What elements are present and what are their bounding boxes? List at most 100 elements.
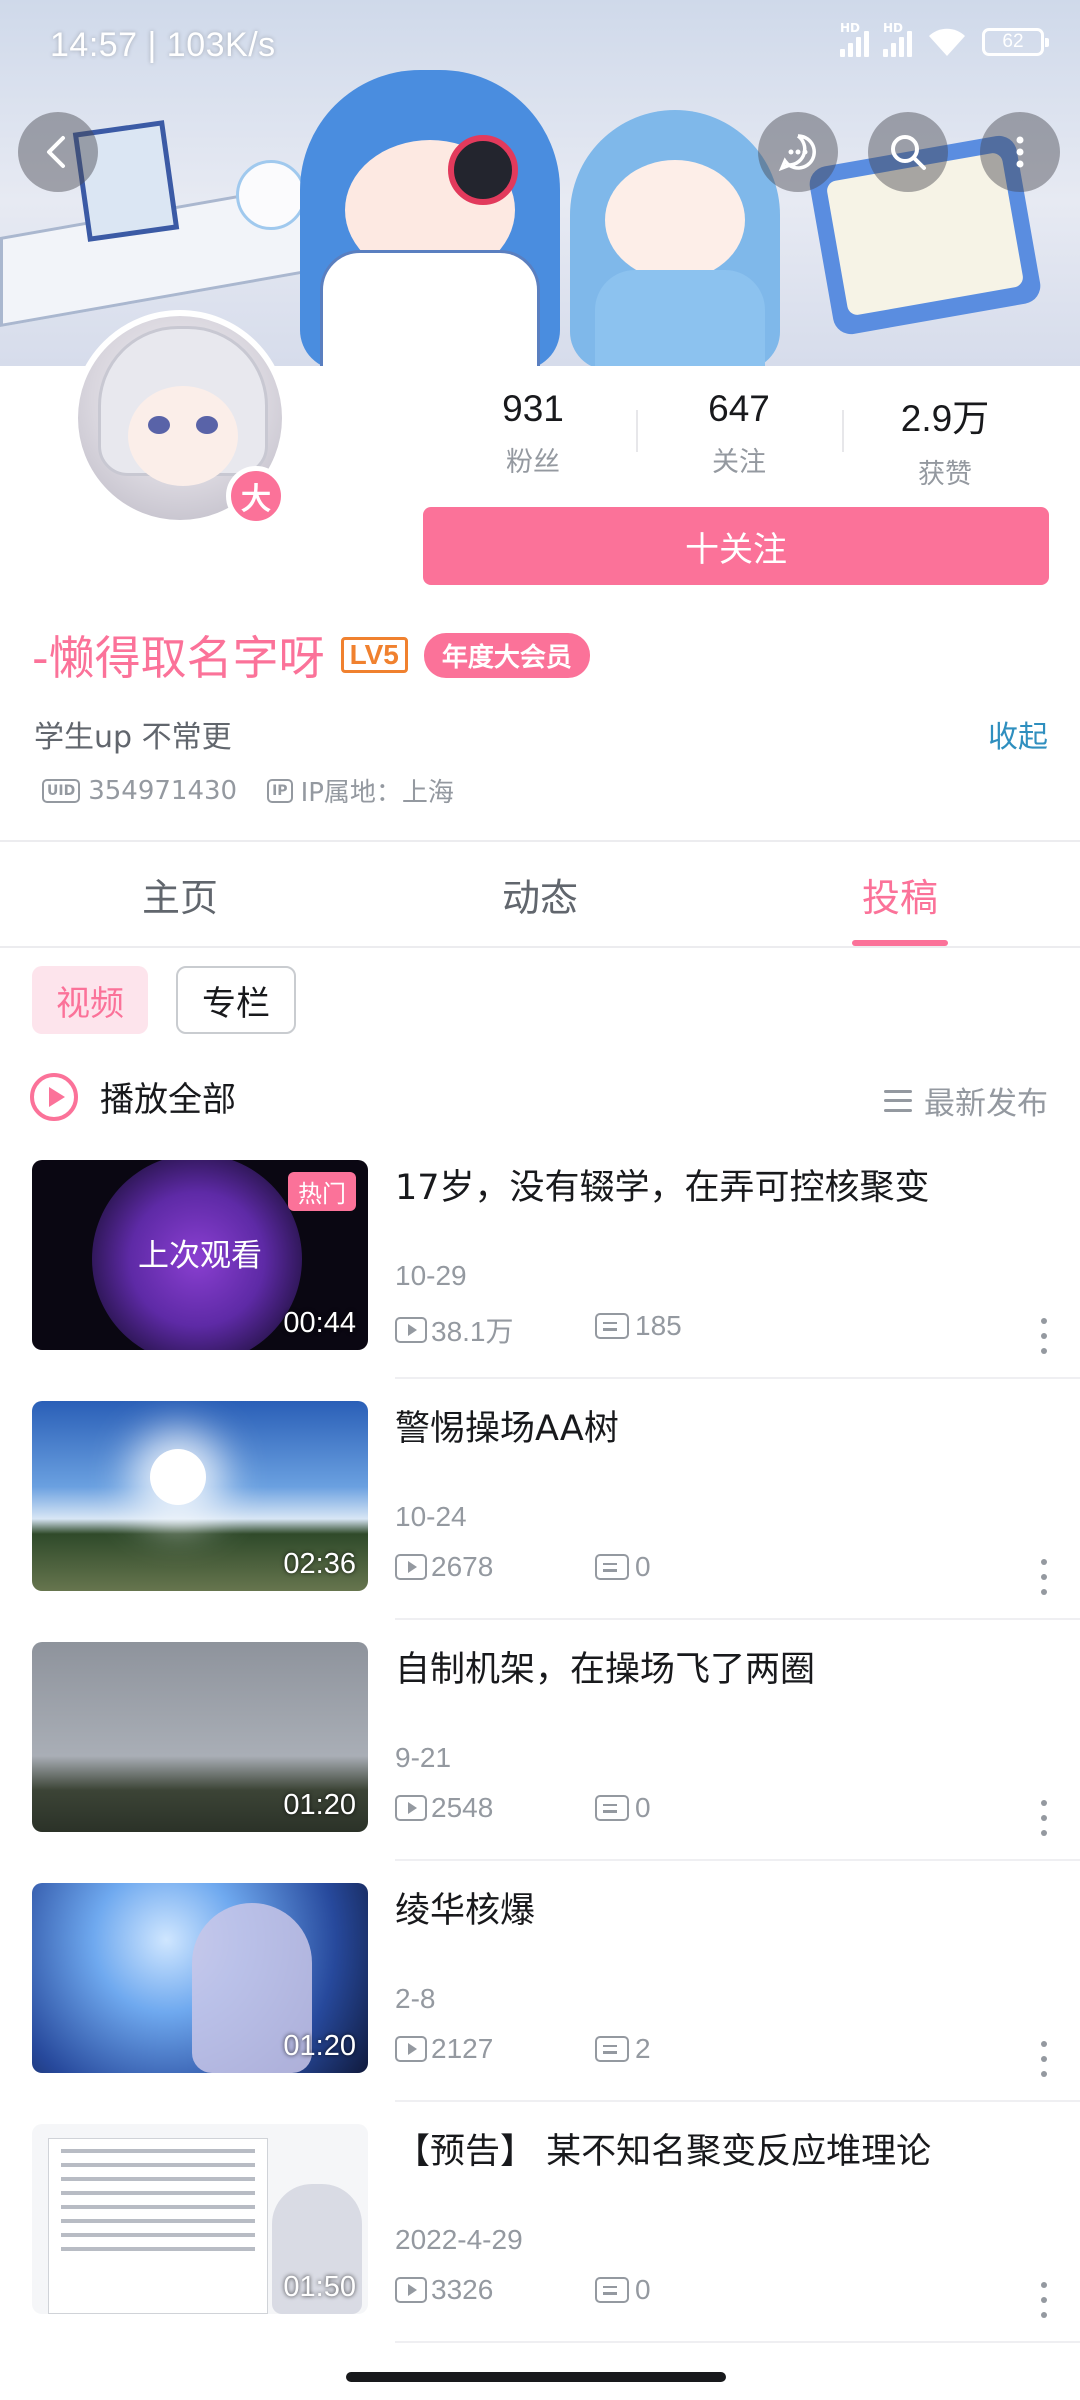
- video-plays: 38.1万: [395, 1310, 514, 1350]
- status-time: 14:57 | 103K/s: [50, 26, 276, 64]
- divider: [395, 1859, 1080, 1861]
- banner-art-body-2: [595, 270, 765, 366]
- video-duration: 01:20: [283, 2030, 356, 2062]
- video-more-icon[interactable]: [1038, 2041, 1050, 2077]
- video-title[interactable]: 自制机架，在操场飞了两圈: [395, 1648, 1015, 1694]
- video-plays: 3326: [395, 2274, 493, 2306]
- video-comments: 2: [595, 2033, 651, 2065]
- user-sign: 学生up 不常更: [34, 720, 232, 755]
- signal-hd-label-2: HD: [883, 21, 904, 35]
- uid-item[interactable]: UID 354971430: [42, 776, 237, 806]
- home-indicator[interactable]: [346, 2372, 726, 2382]
- banner-art-chibi: [236, 160, 306, 230]
- comment-count: 0: [635, 1792, 651, 1823]
- video-more-icon[interactable]: [1038, 1318, 1050, 1354]
- video-item[interactable]: 02:36 警惕操场AA树 10-24 2678 0: [0, 1401, 1080, 1642]
- subtab-videos[interactable]: 视频: [32, 966, 148, 1034]
- ip-location: IP属地：上海: [300, 778, 454, 808]
- video-title[interactable]: 17岁，没有辍学，在弄可控核聚变: [395, 1166, 1015, 1212]
- play-all-button[interactable]: 播放全部: [30, 1072, 236, 1121]
- video-title[interactable]: 警惕操场AA树: [395, 1407, 1015, 1453]
- play-count: 3326: [431, 2274, 494, 2305]
- divider: [395, 1618, 1080, 1620]
- follow-button[interactable]: 十关注: [423, 507, 1049, 585]
- play-count: 2678: [431, 1551, 494, 1582]
- last-watched-label: 上次观看: [138, 1238, 262, 1274]
- video-date: 9-21: [395, 1742, 452, 1773]
- vip-tag[interactable]: 年度大会员: [423, 632, 590, 678]
- level-badge: LV5: [340, 637, 408, 673]
- video-thumbnail[interactable]: 上次观看 热门 00:44: [32, 1160, 368, 1350]
- signal-icon: HD: [840, 21, 869, 57]
- avatar-art-eye: [148, 416, 170, 434]
- video-thumbnail[interactable]: 01:20: [32, 1642, 368, 1832]
- stat-following[interactable]: 647 关注: [636, 388, 842, 488]
- stat-likes[interactable]: 2.9万 获赞: [842, 388, 1048, 490]
- sort-button[interactable]: 最新发布: [884, 1078, 1048, 1123]
- wifi-icon: [926, 26, 968, 58]
- video-plays: 2678: [395, 1551, 493, 1583]
- video-item[interactable]: 01:20 绫华核爆 2-8 2127 2: [0, 1883, 1080, 2124]
- video-item[interactable]: 01:20 自制机架，在操场飞了两圈 9-21 2548 0: [0, 1642, 1080, 1883]
- divider: [395, 1377, 1080, 1379]
- divider: [395, 2100, 1080, 2102]
- tab-home[interactable]: 主页: [0, 842, 360, 946]
- profile-name-row: -懒得取名字呀 LV5 年度大会员: [32, 622, 590, 688]
- video-title[interactable]: 【预告】 某不知名聚变反应堆理论: [395, 2130, 1015, 2176]
- ip-item: IP IP属地：上海: [267, 772, 454, 809]
- video-comments: 0: [595, 2274, 651, 2306]
- video-item[interactable]: 01:50 【预告】 某不知名聚变反应堆理论 2022-4-29 3326 0: [0, 2124, 1080, 2365]
- search-icon[interactable]: [868, 112, 948, 192]
- play-count-icon: [395, 1317, 427, 1343]
- danmaku-icon: [595, 2036, 629, 2062]
- more-icon[interactable]: [980, 112, 1060, 192]
- danmaku-icon: [595, 2277, 629, 2303]
- stat-label: 关注: [712, 447, 766, 478]
- stat-value: 647: [708, 388, 770, 429]
- video-more-icon[interactable]: [1038, 1800, 1050, 1836]
- profile-meta: UID 354971430 IP IP属地：上海: [42, 772, 454, 809]
- video-plays: 2127: [395, 2033, 493, 2065]
- danmaku-icon: [595, 1795, 629, 1821]
- comment-count: 0: [635, 1551, 651, 1582]
- profile-tabs: 主页 动态 投稿: [0, 842, 1080, 948]
- banner-art-body: [320, 250, 540, 366]
- message-icon[interactable]: [758, 112, 838, 192]
- video-plays: 2548: [395, 1792, 493, 1824]
- video-thumbnail[interactable]: 02:36: [32, 1401, 368, 1591]
- video-title[interactable]: 绫华核爆: [395, 1889, 1015, 1935]
- divider: [395, 2341, 1080, 2343]
- tab-dynamic[interactable]: 动态: [360, 842, 720, 946]
- video-list: 上次观看 热门 00:44 17岁，没有辍学，在弄可控核聚变 10-29 38.…: [0, 1160, 1080, 2365]
- video-more-icon[interactable]: [1038, 2282, 1050, 2318]
- video-item[interactable]: 上次观看 热门 00:44 17岁，没有辍学，在弄可控核聚变 10-29 38.…: [0, 1160, 1080, 1401]
- stat-value: 931: [502, 388, 564, 429]
- play-count: 38.1万: [431, 1316, 514, 1347]
- video-duration: 01:50: [283, 2271, 356, 2303]
- thumbnail-art: [48, 2138, 268, 2314]
- play-count: 2127: [431, 2033, 494, 2064]
- danmaku-icon: [595, 1554, 629, 1580]
- back-icon[interactable]: [18, 112, 98, 192]
- video-thumbnail[interactable]: 01:50: [32, 2124, 368, 2314]
- banner-art-headphone: [448, 135, 518, 205]
- hot-badge: 热门: [288, 1172, 356, 1211]
- play-count: 2548: [431, 1792, 494, 1823]
- avatar-art-face: [128, 386, 238, 486]
- video-date: 10-24: [395, 1501, 467, 1532]
- stat-label: 获赞: [918, 459, 972, 490]
- video-thumbnail[interactable]: 01:20: [32, 1883, 368, 2073]
- sort-icon: [884, 1089, 912, 1112]
- vip-avatar-badge: 大: [226, 466, 286, 526]
- video-date: 2022-4-29: [395, 2224, 523, 2255]
- stat-fans[interactable]: 931 粉丝: [430, 388, 636, 488]
- collapse-link[interactable]: 收起: [988, 712, 1048, 756]
- video-date: 10-29: [395, 1260, 467, 1291]
- subtab-articles[interactable]: 专栏: [176, 966, 296, 1034]
- avatar-art-eye: [196, 416, 218, 434]
- signal-hd-label: HD: [840, 21, 861, 35]
- profile-stats: 931 粉丝 647 关注 2.9万 获赞: [430, 388, 1048, 490]
- tab-uploads[interactable]: 投稿: [720, 842, 1080, 946]
- uid-icon: UID: [42, 778, 81, 803]
- video-more-icon[interactable]: [1038, 1559, 1050, 1595]
